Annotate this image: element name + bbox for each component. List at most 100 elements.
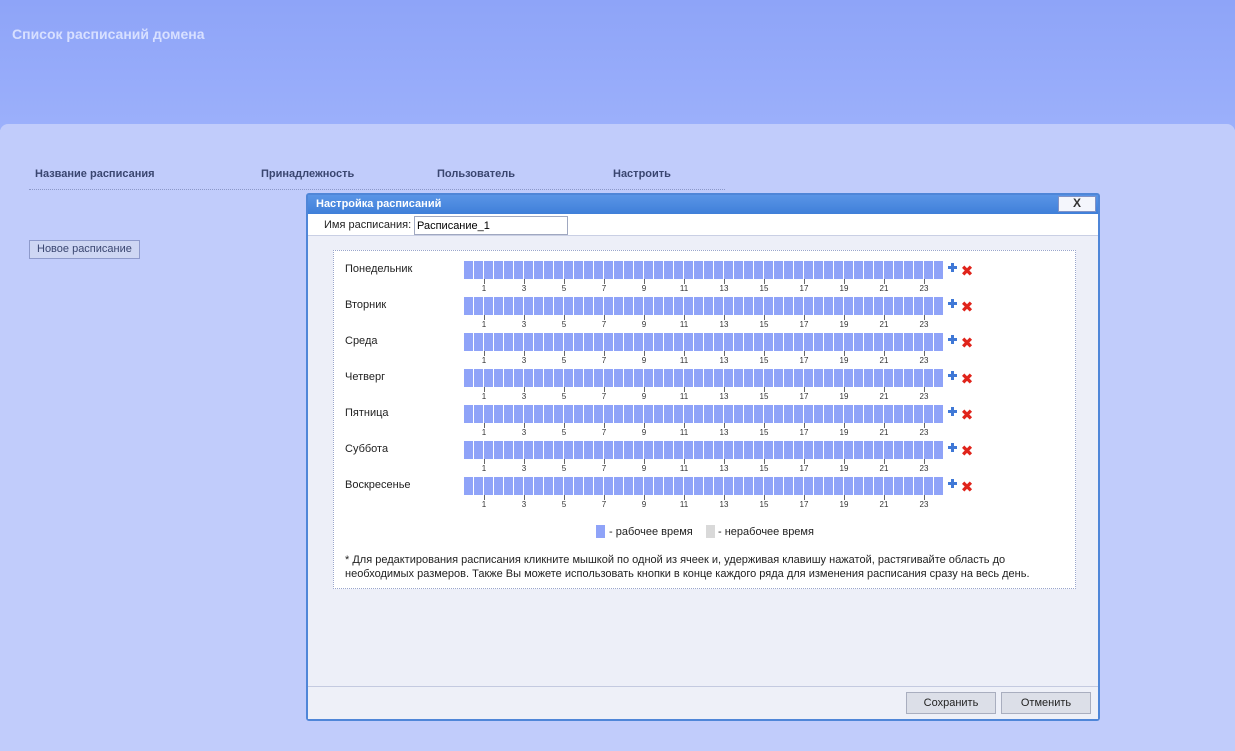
time-cell[interactable] xyxy=(924,261,934,279)
time-cell[interactable] xyxy=(714,369,724,387)
time-cell[interactable] xyxy=(594,405,604,423)
plus-icon[interactable] xyxy=(947,478,958,489)
time-cell[interactable] xyxy=(614,441,624,459)
time-cell[interactable] xyxy=(814,333,824,351)
time-cell[interactable] xyxy=(504,477,514,495)
time-cell[interactable] xyxy=(514,261,524,279)
time-cell[interactable] xyxy=(574,477,584,495)
time-cell[interactable] xyxy=(634,441,644,459)
time-cell[interactable] xyxy=(704,333,714,351)
time-cell[interactable] xyxy=(624,477,634,495)
time-cell[interactable] xyxy=(674,261,684,279)
time-cell[interactable] xyxy=(474,477,484,495)
time-cell[interactable] xyxy=(714,333,724,351)
time-cell[interactable] xyxy=(864,477,874,495)
time-cell[interactable] xyxy=(674,369,684,387)
time-cell[interactable] xyxy=(584,261,594,279)
time-cell[interactable] xyxy=(884,261,894,279)
time-cell[interactable] xyxy=(554,405,564,423)
time-cell[interactable] xyxy=(654,261,664,279)
time-cell[interactable] xyxy=(514,297,524,315)
time-cell[interactable] xyxy=(604,333,614,351)
time-cell[interactable] xyxy=(544,477,554,495)
time-cell[interactable] xyxy=(594,297,604,315)
close-icon[interactable]: ✖ xyxy=(960,480,974,495)
time-cell[interactable] xyxy=(854,261,864,279)
time-cell[interactable] xyxy=(684,333,694,351)
time-cell[interactable] xyxy=(484,441,494,459)
time-cell[interactable] xyxy=(914,261,924,279)
time-cell[interactable] xyxy=(634,333,644,351)
time-cell[interactable] xyxy=(744,405,754,423)
time-cell[interactable] xyxy=(564,261,574,279)
time-cell[interactable] xyxy=(834,333,844,351)
time-cell[interactable] xyxy=(544,261,554,279)
time-cell[interactable] xyxy=(534,441,544,459)
time-cell[interactable] xyxy=(724,369,734,387)
time-cell[interactable] xyxy=(834,261,844,279)
time-cell[interactable] xyxy=(854,369,864,387)
time-cell[interactable] xyxy=(614,369,624,387)
time-cell[interactable] xyxy=(634,369,644,387)
time-cell[interactable] xyxy=(804,333,814,351)
time-cell[interactable] xyxy=(484,261,494,279)
plus-icon[interactable] xyxy=(947,370,958,381)
time-cell[interactable] xyxy=(894,333,904,351)
time-cell[interactable] xyxy=(834,441,844,459)
time-cell[interactable] xyxy=(764,261,774,279)
time-cell[interactable] xyxy=(934,441,944,459)
time-cell[interactable] xyxy=(724,441,734,459)
time-cell[interactable] xyxy=(814,405,824,423)
time-cell[interactable] xyxy=(924,297,934,315)
time-cell[interactable] xyxy=(484,405,494,423)
time-cell[interactable] xyxy=(554,369,564,387)
time-cell[interactable] xyxy=(724,333,734,351)
time-cell[interactable] xyxy=(754,369,764,387)
cancel-button[interactable]: Отменить xyxy=(1001,692,1091,714)
time-cell[interactable] xyxy=(494,369,504,387)
time-cell[interactable] xyxy=(594,261,604,279)
time-cell[interactable] xyxy=(604,369,614,387)
time-cell[interactable] xyxy=(704,477,714,495)
time-cell[interactable] xyxy=(794,261,804,279)
time-cell[interactable] xyxy=(584,477,594,495)
time-cell[interactable] xyxy=(644,297,654,315)
time-cell[interactable] xyxy=(794,369,804,387)
time-cell[interactable] xyxy=(924,333,934,351)
time-cell[interactable] xyxy=(914,441,924,459)
time-cell[interactable] xyxy=(774,477,784,495)
time-cell[interactable] xyxy=(514,441,524,459)
plus-icon[interactable] xyxy=(947,442,958,453)
time-cell[interactable] xyxy=(864,405,874,423)
time-cell[interactable] xyxy=(714,477,724,495)
time-cell[interactable] xyxy=(484,333,494,351)
time-cell[interactable] xyxy=(794,405,804,423)
time-cell[interactable] xyxy=(774,405,784,423)
time-cell[interactable] xyxy=(704,297,714,315)
time-cell[interactable] xyxy=(914,405,924,423)
time-cell[interactable] xyxy=(504,333,514,351)
time-cell[interactable] xyxy=(684,441,694,459)
time-cell[interactable] xyxy=(874,297,884,315)
time-cell[interactable] xyxy=(724,405,734,423)
time-cell[interactable] xyxy=(474,333,484,351)
time-cell[interactable] xyxy=(594,333,604,351)
time-cell[interactable] xyxy=(924,369,934,387)
time-cell[interactable] xyxy=(734,333,744,351)
time-cell[interactable] xyxy=(544,405,554,423)
time-cell[interactable] xyxy=(894,477,904,495)
time-cell[interactable] xyxy=(634,261,644,279)
time-cell[interactable] xyxy=(844,477,854,495)
time-cell[interactable] xyxy=(534,405,544,423)
time-cell[interactable] xyxy=(584,405,594,423)
time-cell[interactable] xyxy=(764,441,774,459)
time-cell[interactable] xyxy=(464,261,474,279)
time-cell[interactable] xyxy=(474,405,484,423)
time-cell[interactable] xyxy=(674,405,684,423)
time-cell[interactable] xyxy=(714,261,724,279)
time-cell[interactable] xyxy=(524,441,534,459)
time-cell[interactable] xyxy=(494,297,504,315)
time-cell[interactable] xyxy=(684,261,694,279)
time-cell[interactable] xyxy=(694,405,704,423)
time-cell[interactable] xyxy=(864,369,874,387)
